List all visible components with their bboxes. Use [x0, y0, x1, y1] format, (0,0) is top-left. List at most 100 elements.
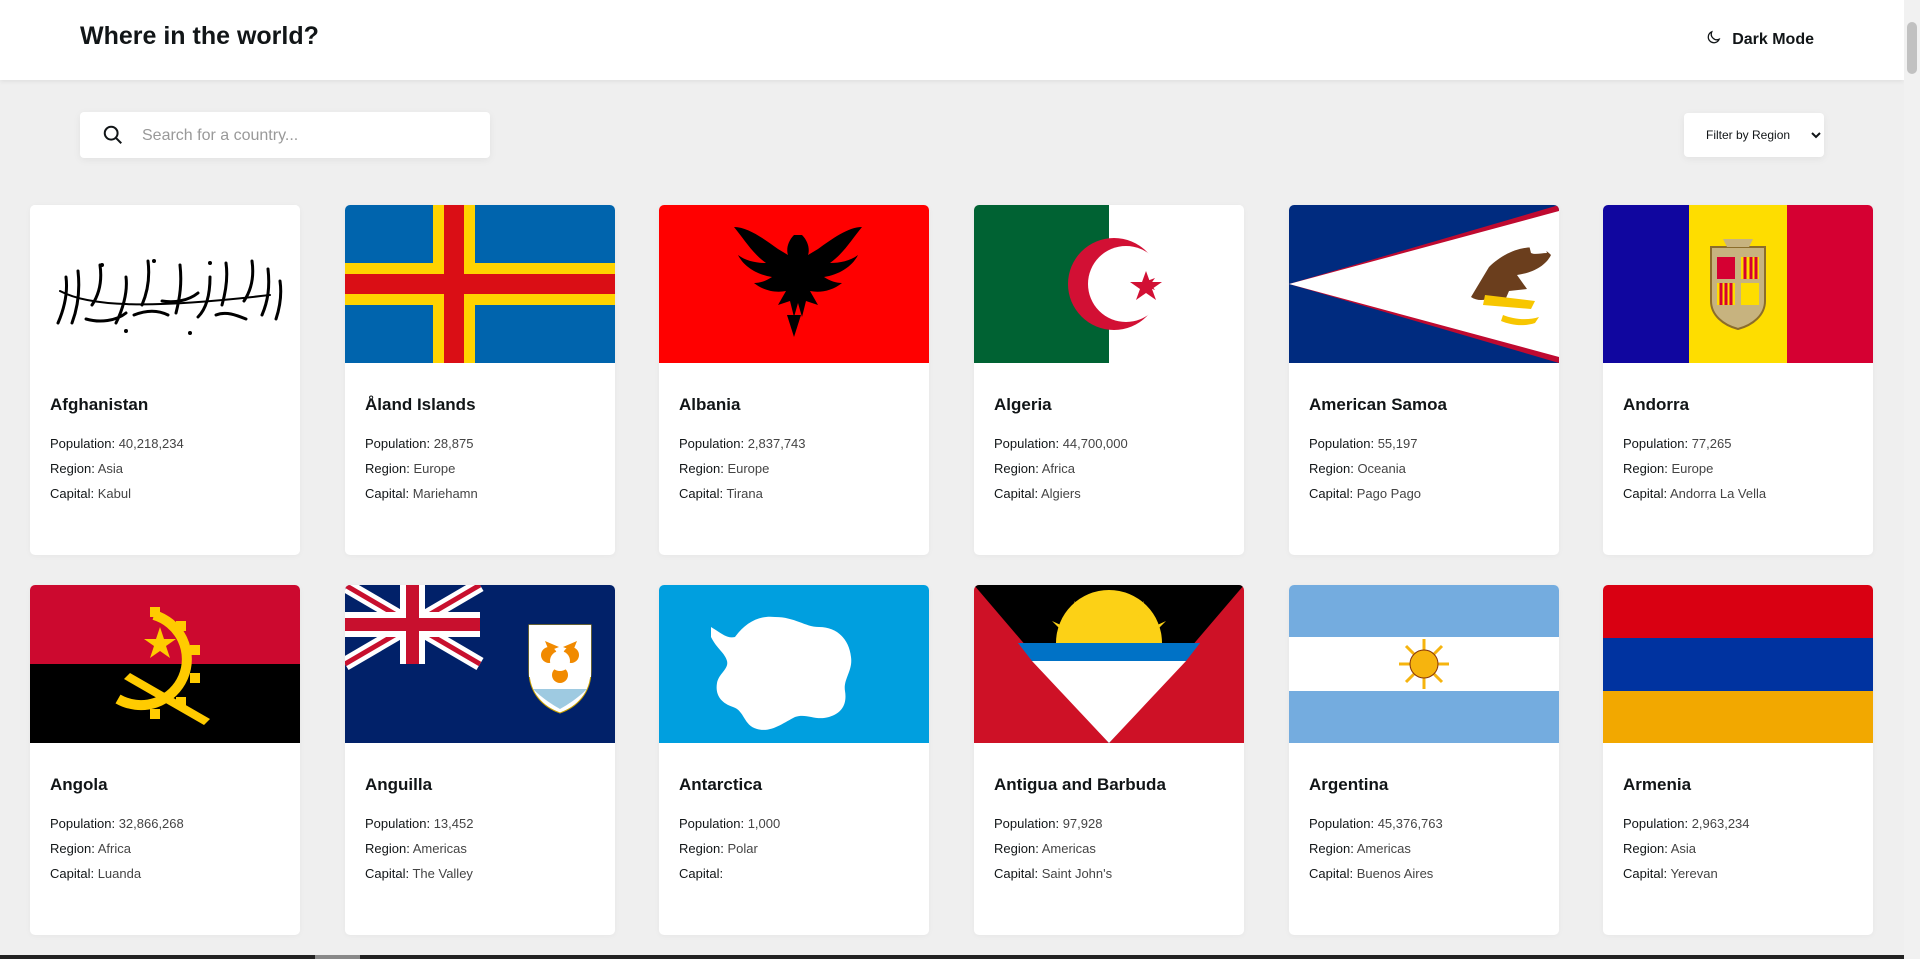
population-value: 2,963,234 [1691, 816, 1750, 831]
capital-label: Capital: [679, 486, 724, 501]
country-name: Antigua and Barbuda [994, 775, 1166, 794]
flag-andorra [1603, 205, 1873, 363]
capital-label: Capital: [50, 486, 95, 501]
region-value: Polar [727, 841, 758, 856]
population-value: 97,928 [1062, 816, 1103, 831]
country-card[interactable]: Angola Population: 32,866,268 Region: Af… [30, 585, 300, 935]
region-label: Region: [1309, 461, 1354, 476]
country-name: Argentina [1309, 775, 1389, 794]
population-label: Population: [1309, 816, 1375, 831]
region-label: Region: [50, 841, 95, 856]
dark-mode-toggle[interactable]: Dark Mode [1705, 29, 1814, 51]
app-title: Where in the world? [80, 22, 319, 50]
population-label: Population: [994, 816, 1060, 831]
country-name: Afghanistan [50, 395, 149, 414]
population-value: 40,218,234 [118, 436, 184, 451]
region-label: Region: [679, 461, 724, 476]
population-label: Population: [1309, 436, 1375, 451]
region-label: Region: [365, 461, 410, 476]
region-label: Region: [1309, 841, 1354, 856]
population-value: 32,866,268 [118, 816, 184, 831]
country-card[interactable]: Albania Population: 2,837,743 Region: Eu… [659, 205, 929, 555]
region-value: Europe [727, 461, 770, 476]
region-label: Region: [679, 841, 724, 856]
region-value: Asia [1670, 841, 1697, 856]
capital-label: Capital: [994, 486, 1039, 501]
horizontal-scrollbar-thumb[interactable] [315, 955, 360, 959]
country-card[interactable]: Anguilla Population: 13,452 Region: Amer… [345, 585, 615, 935]
search-input[interactable] [140, 112, 474, 160]
population-value: 28,875 [433, 436, 474, 451]
country-name: Angola [50, 775, 108, 794]
country-name: Anguilla [365, 775, 433, 794]
country-name: Antarctica [679, 775, 763, 794]
population-label: Population: [679, 436, 745, 451]
region-value: Africa [97, 841, 131, 856]
country-name: Andorra [1623, 395, 1690, 414]
region-value: Americas [1356, 841, 1411, 856]
capital-label: Capital: [1623, 866, 1668, 881]
region-value: Asia [97, 461, 124, 476]
population-label: Population: [365, 816, 431, 831]
capital-value: Buenos Aires [1356, 866, 1434, 881]
search-box[interactable] [80, 112, 490, 160]
country-name: Armenia [1623, 775, 1692, 794]
capital-label: Capital: [50, 866, 95, 881]
capital-label: Capital: [365, 866, 410, 881]
region-filter-select[interactable]: Filter by Region [1684, 113, 1824, 157]
capital-label: Capital: [1309, 866, 1354, 881]
population-value: 2,837,743 [747, 436, 806, 451]
population-value: 45,376,763 [1377, 816, 1443, 831]
flag-american-samoa [1289, 205, 1559, 363]
capital-label: Capital: [1623, 486, 1668, 501]
flag-anguilla [345, 585, 615, 743]
capital-value: Tirana [726, 486, 763, 501]
region-value: Americas [412, 841, 467, 856]
flag-antigua-and-barbuda [974, 585, 1244, 743]
capital-value: Luanda [97, 866, 142, 881]
population-label: Population: [50, 436, 116, 451]
country-card[interactable]: Antigua and Barbuda Population: 97,928 R… [974, 585, 1244, 935]
region-label: Region: [1623, 461, 1668, 476]
capital-label: Capital: [365, 486, 410, 501]
country-card[interactable]: Antarctica Population: 1,000 Region: Pol… [659, 585, 929, 935]
country-name: Albania [679, 395, 741, 414]
country-card[interactable]: Afghanistan Population: 40,218,234 Regio… [30, 205, 300, 555]
vertical-scrollbar[interactable] [1904, 0, 1920, 959]
country-card[interactable]: Argentina Population: 45,376,763 Region:… [1289, 585, 1559, 935]
flag-algeria [974, 205, 1244, 363]
capital-value: The Valley [412, 866, 473, 881]
flag-albania [659, 205, 929, 363]
region-value: Americas [1041, 841, 1096, 856]
horizontal-scrollbar[interactable] [0, 955, 1904, 959]
population-label: Population: [365, 436, 431, 451]
country-card[interactable]: Algeria Population: 44,700,000 Region: A… [974, 205, 1244, 555]
capital-label: Capital: [679, 866, 724, 881]
capital-value: Mariehamn [412, 486, 478, 501]
population-value: 1,000 [747, 816, 781, 831]
country-card[interactable]: Åland Islands Population: 28,875 Region:… [345, 205, 615, 555]
flag-afghanistan [30, 205, 300, 363]
population-label: Population: [994, 436, 1060, 451]
country-card[interactable]: Armenia Population: 2,963,234 Region: As… [1603, 585, 1873, 935]
region-value: Europe [413, 461, 456, 476]
region-value: Europe [1671, 461, 1714, 476]
region-value: Oceania [1357, 461, 1406, 476]
scrollbar-thumb[interactable] [1907, 22, 1917, 74]
population-label: Population: [50, 816, 116, 831]
capital-value: Pago Pago [1356, 486, 1422, 501]
capital-value: Algiers [1040, 486, 1081, 501]
capital-label: Capital: [994, 866, 1039, 881]
region-label: Region: [50, 461, 95, 476]
population-value: 44,700,000 [1062, 436, 1128, 451]
moon-icon [1705, 29, 1722, 51]
country-card[interactable]: Andorra Population: 77,265 Region: Europ… [1603, 205, 1873, 555]
capital-value: Kabul [97, 486, 131, 501]
region-label: Region: [994, 841, 1039, 856]
capital-value: Yerevan [1670, 866, 1718, 881]
region-label: Region: [1623, 841, 1668, 856]
flag-armenia [1603, 585, 1873, 743]
population-value: 55,197 [1377, 436, 1418, 451]
country-card[interactable]: American Samoa Population: 55,197 Region… [1289, 205, 1559, 555]
region-value: Africa [1041, 461, 1075, 476]
